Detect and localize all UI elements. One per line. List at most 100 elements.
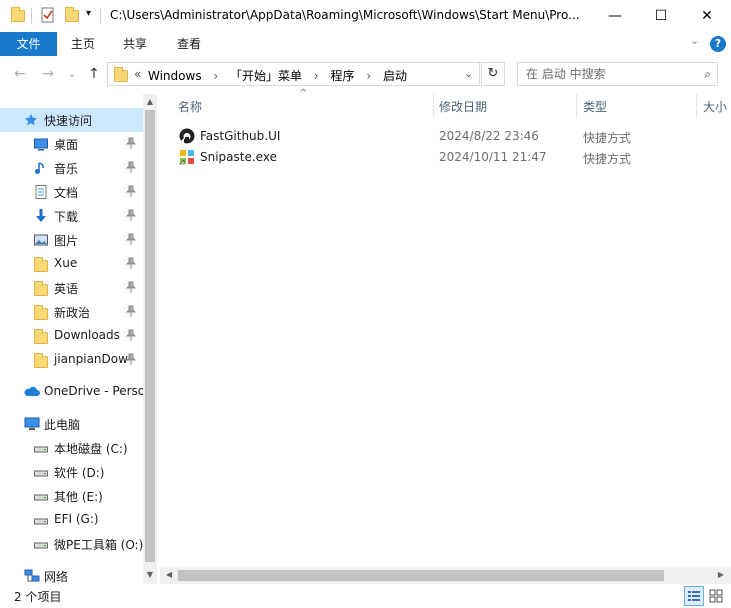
properties-icon[interactable]	[40, 7, 56, 23]
horizontal-scrollbar[interactable]: ◀ ▶	[160, 567, 731, 584]
search-input[interactable]	[526, 66, 696, 82]
breadcrumb-overflow-icon[interactable]: «	[134, 67, 141, 81]
sidebar-item-label: 其他 (E:)	[54, 490, 103, 504]
details-view-button[interactable]	[684, 586, 704, 606]
column-divider[interactable]	[433, 94, 434, 118]
sidebar-item-label: Downloads	[54, 328, 120, 342]
sidebar-item-onedrive-perso[interactable]: OneDrive - Perso	[0, 380, 143, 404]
sidebar-item-label: 英语	[54, 282, 79, 296]
nav-scrollbar[interactable]: ▲ ▼	[143, 94, 157, 584]
recent-locations-button[interactable]: ⌄	[62, 64, 82, 84]
large-icons-view-icon	[709, 589, 723, 603]
github-icon	[179, 128, 195, 147]
sidebar-item-label: EFI (G:)	[54, 512, 99, 526]
chevron-right-icon[interactable]: ›	[314, 69, 319, 83]
scroll-down-icon[interactable]: ▼	[143, 570, 157, 579]
tab-view[interactable]: 查看	[177, 32, 201, 56]
separator	[31, 8, 32, 24]
sidebar-item-downloads[interactable]: Downloads	[0, 324, 143, 348]
pin-icon	[125, 353, 137, 368]
breadcrumb-item[interactable]: 「开始」菜单	[230, 69, 302, 83]
column-header-size[interactable]: 大小	[703, 98, 727, 115]
scroll-right-icon[interactable]: ▶	[714, 570, 728, 579]
back-button[interactable]: ←	[10, 64, 30, 84]
column-divider[interactable]	[696, 94, 697, 118]
column-divider[interactable]	[576, 94, 577, 118]
sidebar-item-e[interactable]: 其他 (E:)	[0, 484, 143, 508]
pin-icon	[125, 137, 137, 152]
up-button[interactable]: ↑	[84, 64, 104, 84]
pin-icon	[125, 233, 137, 248]
close-button[interactable]: ✕	[684, 0, 730, 32]
column-header-type[interactable]: 类型	[583, 98, 607, 115]
sidebar-item-item-1[interactable]: 桌面	[0, 132, 143, 156]
scroll-up-icon[interactable]: ▲	[143, 97, 157, 106]
sidebar-item-d[interactable]: 软件 (D:)	[0, 460, 143, 484]
scroll-left-icon[interactable]: ◀	[162, 570, 176, 579]
sidebar-item-label: OneDrive - Perso	[44, 384, 143, 398]
drive-icon	[34, 465, 48, 479]
sidebar-item-item-4[interactable]: 下载	[0, 204, 143, 228]
desktop-icon	[34, 137, 48, 151]
window-title: C:\Users\Administrator\AppData\Roaming\M…	[110, 8, 580, 22]
sidebar-item-efi-g[interactable]: EFI (G:)	[0, 508, 143, 532]
sidebar-item-pe-o[interactable]: 微PE工具箱 (O:)	[0, 532, 143, 556]
sidebar-item-label: 下载	[54, 210, 79, 224]
breadcrumb-item[interactable]: 启动	[383, 69, 407, 83]
pin-icon	[125, 329, 137, 344]
help-icon[interactable]: ?	[710, 36, 726, 52]
file-row[interactable]: FastGithub.UI 2024/8/22 23:46 快捷方式	[176, 126, 696, 147]
sidebar-item-item-8[interactable]: 新政治	[0, 300, 143, 324]
sidebar-item-item-7[interactable]: 英语	[0, 276, 143, 300]
ribbon-tabs: 文件 主页 共享 查看 ⌄ ?	[0, 32, 731, 56]
sidebar-item-label: 图片	[54, 234, 79, 248]
pin-icon	[125, 281, 137, 296]
forward-button[interactable]: →	[38, 64, 58, 84]
chevron-right-icon[interactable]: ›	[213, 69, 218, 83]
file-row[interactable]: Snipaste.exe 2024/10/11 21:47 快捷方式	[176, 147, 696, 168]
drive-icon	[34, 489, 48, 503]
search-box[interactable]: ⌕	[517, 62, 718, 86]
snipaste-icon	[179, 149, 195, 168]
breadcrumb: Windows › 「开始」菜单 › 程序 › 启动	[148, 67, 407, 84]
large-icons-view-button[interactable]	[706, 586, 726, 606]
minimize-button[interactable]: —	[592, 0, 638, 32]
pin-icon	[125, 305, 137, 320]
sidebar-item-xue[interactable]: Xue	[0, 252, 143, 276]
breadcrumb-item[interactable]: 程序	[331, 69, 355, 83]
column-header-date[interactable]: 修改日期	[439, 98, 487, 115]
new-folder-icon[interactable]	[64, 7, 80, 23]
search-icon[interactable]: ⌕	[704, 67, 711, 82]
computer-icon	[24, 417, 40, 431]
sidebar-item-label: 快速访问	[44, 114, 93, 128]
breadcrumb-item[interactable]: Windows	[148, 69, 202, 83]
address-bar[interactable]: « Windows › 「开始」菜单 › 程序 › 启动 ⌄	[107, 62, 480, 86]
maximize-button[interactable]: ☐	[638, 0, 684, 32]
sidebar-item-c[interactable]: 本地磁盘 (C:)	[0, 436, 143, 460]
sidebar-item-item-5[interactable]: 图片	[0, 228, 143, 252]
address-dropdown-icon[interactable]: ⌄	[464, 67, 473, 80]
sidebar-item-item-3[interactable]: 文档	[0, 180, 143, 204]
quick-access-dropdown-icon[interactable]: ▾	[86, 8, 91, 19]
nav-scrollbar-thumb[interactable]	[145, 110, 155, 562]
sidebar-item-item-0[interactable]: 快速访问	[0, 108, 143, 132]
chevron-right-icon[interactable]: ›	[366, 69, 371, 83]
pin-icon	[125, 185, 137, 200]
tab-file[interactable]: 文件	[0, 32, 57, 56]
details-view-icon	[688, 591, 700, 601]
tab-share[interactable]: 共享	[123, 32, 147, 56]
horizontal-scrollbar-thumb[interactable]	[178, 570, 664, 581]
column-header-name[interactable]: 名称	[178, 98, 202, 115]
sidebar-item-item-12[interactable]: 此电脑	[0, 412, 143, 436]
document-icon	[34, 185, 48, 199]
refresh-button[interactable]: ↻	[481, 62, 505, 86]
download-icon	[34, 209, 48, 223]
expand-ribbon-icon[interactable]: ⌄	[690, 34, 699, 47]
sidebar-item-jianpiandow[interactable]: jianpianDow	[0, 348, 143, 372]
sort-indicator-icon: ^	[299, 88, 308, 99]
sidebar-item-item-2[interactable]: 音乐	[0, 156, 143, 180]
tab-home[interactable]: 主页	[71, 32, 95, 56]
sidebar-item-item-18[interactable]: 网络	[0, 564, 143, 584]
pin-icon	[125, 161, 137, 176]
folder-icon	[113, 67, 129, 82]
